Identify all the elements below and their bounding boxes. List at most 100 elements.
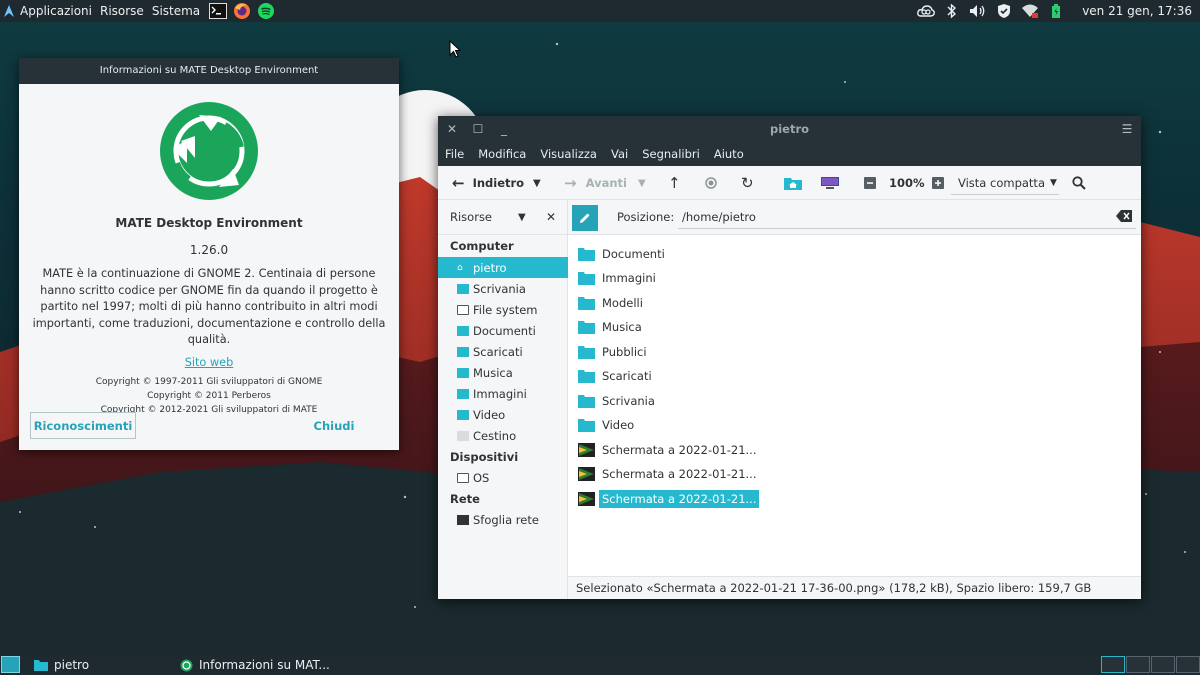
sidebar-item-label: Sfoglia rete — [473, 512, 539, 527]
creative-cloud-icon[interactable] — [916, 2, 936, 20]
image-file-icon — [578, 442, 595, 457]
file-manager-window: ✕ ☐ _ pietro ☰ File Modifica Visualizza … — [438, 116, 1141, 599]
back-history-icon[interactable]: ▼ — [533, 166, 541, 200]
computer-icon[interactable] — [821, 166, 839, 200]
sidebar-item-sfoglia-rete[interactable]: Sfoglia rete — [438, 509, 568, 530]
downloads-folder-icon — [457, 346, 469, 357]
sidebar-title[interactable]: Risorse — [450, 200, 492, 235]
task-label: Informazioni su MAT... — [199, 658, 330, 672]
view-mode-select[interactable]: Vista compatta ▼ — [951, 171, 1059, 195]
home-folder-icon[interactable] — [784, 166, 802, 200]
credits-button[interactable]: Riconoscimenti — [30, 412, 136, 439]
chevron-down-icon[interactable]: ▼ — [518, 200, 526, 235]
menu-vai[interactable]: Vai — [604, 142, 635, 166]
file-item[interactable]: Musica — [578, 316, 645, 337]
file-item[interactable]: Pubblici — [578, 341, 650, 362]
file-manager-titlebar[interactable]: ✕ ☐ _ pietro ☰ — [438, 116, 1141, 142]
taskbar-item-pietro[interactable]: pietro — [30, 655, 93, 675]
menu-file[interactable]: File — [438, 142, 471, 166]
file-item[interactable]: Scaricati — [578, 365, 655, 386]
arrow-right-icon: → — [564, 174, 577, 192]
about-dialog-title[interactable]: Informazioni su MATE Desktop Environment — [19, 58, 399, 84]
sidebar-item-label: pietro — [473, 260, 507, 275]
drive-icon — [457, 472, 469, 483]
close-sidebar-icon[interactable]: ✕ — [546, 200, 556, 235]
forward-button[interactable]: → Avanti — [564, 166, 627, 200]
sidebar-item-scaricati[interactable]: Scaricati — [438, 341, 568, 362]
volume-icon[interactable] — [968, 2, 988, 20]
file-name: Modelli — [602, 295, 643, 310]
back-button[interactable]: ← Indietro — [452, 166, 524, 200]
menu-risorse[interactable]: Risorse — [96, 0, 148, 22]
downloads-folder-icon — [578, 369, 595, 383]
file-item[interactable]: Documenti — [578, 243, 668, 264]
places-sidebar: Computer ⌂ pietro Scrivania File system … — [438, 235, 568, 576]
sidebar-item-os[interactable]: OS — [438, 467, 568, 488]
mate-logo-icon[interactable] — [2, 1, 16, 21]
zoom-in-icon[interactable] — [932, 166, 944, 200]
stop-icon[interactable] — [705, 166, 717, 200]
taskbar-item-about[interactable]: Informazioni su MAT... — [176, 655, 334, 675]
file-item[interactable]: Immagini — [578, 267, 659, 288]
file-item[interactable]: Scrivania — [578, 390, 658, 411]
sidebar-footer — [438, 576, 568, 599]
workspace-2[interactable] — [1126, 656, 1150, 673]
sidebar-item-pietro[interactable]: ⌂ pietro — [438, 257, 568, 278]
main-menu-bar: Applicazioni Risorse Sistema — [0, 0, 276, 22]
battery-icon[interactable] — [1046, 2, 1066, 20]
search-icon[interactable] — [1072, 166, 1086, 200]
spotify-icon[interactable] — [256, 1, 276, 21]
about-app-name: MATE Desktop Environment — [115, 216, 303, 230]
menu-aiuto[interactable]: Aiuto — [707, 142, 751, 166]
system-tray: ven 21 gen, 17:36 — [916, 0, 1200, 22]
firefox-icon[interactable] — [232, 1, 252, 21]
sidebar-header: Risorse ▼ ✕ — [438, 200, 568, 235]
location-input[interactable]: /home/pietro — [678, 206, 1136, 229]
wifi-icon[interactable] — [1020, 2, 1040, 20]
forward-label: Avanti — [585, 176, 627, 190]
mate-logo-icon — [159, 101, 259, 201]
sidebar-item-immagini[interactable]: Immagini — [438, 383, 568, 404]
menu-applicazioni[interactable]: Applicazioni — [16, 0, 96, 22]
website-link[interactable]: Sito web — [185, 356, 234, 369]
menu-segnalibri[interactable]: Segnalibri — [635, 142, 707, 166]
workspace-3[interactable] — [1151, 656, 1175, 673]
close-button[interactable]: Chiudi — [281, 412, 387, 439]
sidebar-item-scrivania[interactable]: Scrivania — [438, 278, 568, 299]
window-menu-icon[interactable]: ☰ — [1118, 120, 1136, 138]
sidebar-item-musica[interactable]: Musica — [438, 362, 568, 383]
file-item[interactable]: Schermata a 2022-01-21... — [578, 439, 759, 460]
arrow-up-icon[interactable]: ↑ — [668, 166, 681, 200]
sidebar-item-cestino[interactable]: Cestino — [438, 425, 568, 446]
vpn-shield-icon[interactable] — [994, 2, 1014, 20]
file-item[interactable]: Schermata a 2022-01-21... — [578, 463, 759, 484]
terminal-icon[interactable] — [208, 1, 228, 21]
sidebar-item-video[interactable]: Video — [438, 404, 568, 425]
sidebar-item-file-system[interactable]: File system — [438, 299, 568, 320]
reload-icon[interactable]: ↻ — [741, 166, 754, 200]
pictures-folder-icon — [457, 388, 469, 399]
menu-sistema[interactable]: Sistema — [148, 0, 204, 22]
sidebar-item-documenti[interactable]: Documenti — [438, 320, 568, 341]
zoom-out-icon[interactable] — [864, 166, 876, 200]
edit-location-button[interactable] — [572, 205, 598, 231]
clear-location-icon[interactable] — [1116, 210, 1132, 225]
show-desktop-icon[interactable] — [1, 656, 20, 673]
clock[interactable]: ven 21 gen, 17:36 — [1072, 4, 1200, 18]
workspace-4[interactable] — [1176, 656, 1200, 673]
about-dialog: Informazioni su MATE Desktop Environment… — [19, 58, 399, 450]
workspace-1[interactable] — [1101, 656, 1125, 673]
file-item[interactable]: Modelli — [578, 292, 646, 313]
file-item-selected[interactable]: Schermata a 2022-01-21... — [578, 488, 760, 509]
file-list[interactable]: Documenti Immagini Modelli Musica Pubbli… — [569, 235, 1141, 576]
sidebar-item-label: Video — [473, 407, 506, 422]
file-item[interactable]: Video — [578, 414, 637, 435]
sidebar-item-label: Immagini — [473, 386, 527, 401]
sidebar-item-label: Scaricati — [473, 344, 523, 359]
menu-modifica[interactable]: Modifica — [471, 142, 533, 166]
about-copyright: Copyright © 1997-2011 Gli sviluppatori d… — [19, 375, 399, 417]
zoom-level[interactable]: 100% — [889, 166, 925, 200]
forward-history-icon[interactable]: ▼ — [638, 166, 646, 200]
bluetooth-icon[interactable] — [942, 2, 962, 20]
menu-visualizza[interactable]: Visualizza — [533, 142, 604, 166]
